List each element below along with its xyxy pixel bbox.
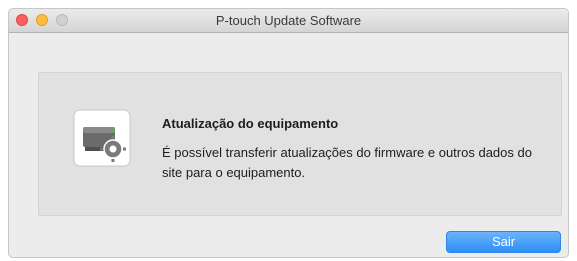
panel-title: Atualização do equipamento [162, 116, 339, 131]
device-update-icon [73, 109, 131, 167]
title-bar: P-touch Update Software [9, 9, 568, 33]
device-update-panel: Atualização do equipamento É possível tr… [38, 72, 562, 216]
panel-description: É possível transferir atualizações do fi… [162, 145, 532, 180]
window-title: P-touch Update Software [215, 13, 362, 28]
exit-button[interactable]: Sair [446, 231, 561, 253]
app-window: P-touch Update Software Atualização do e [8, 8, 569, 258]
